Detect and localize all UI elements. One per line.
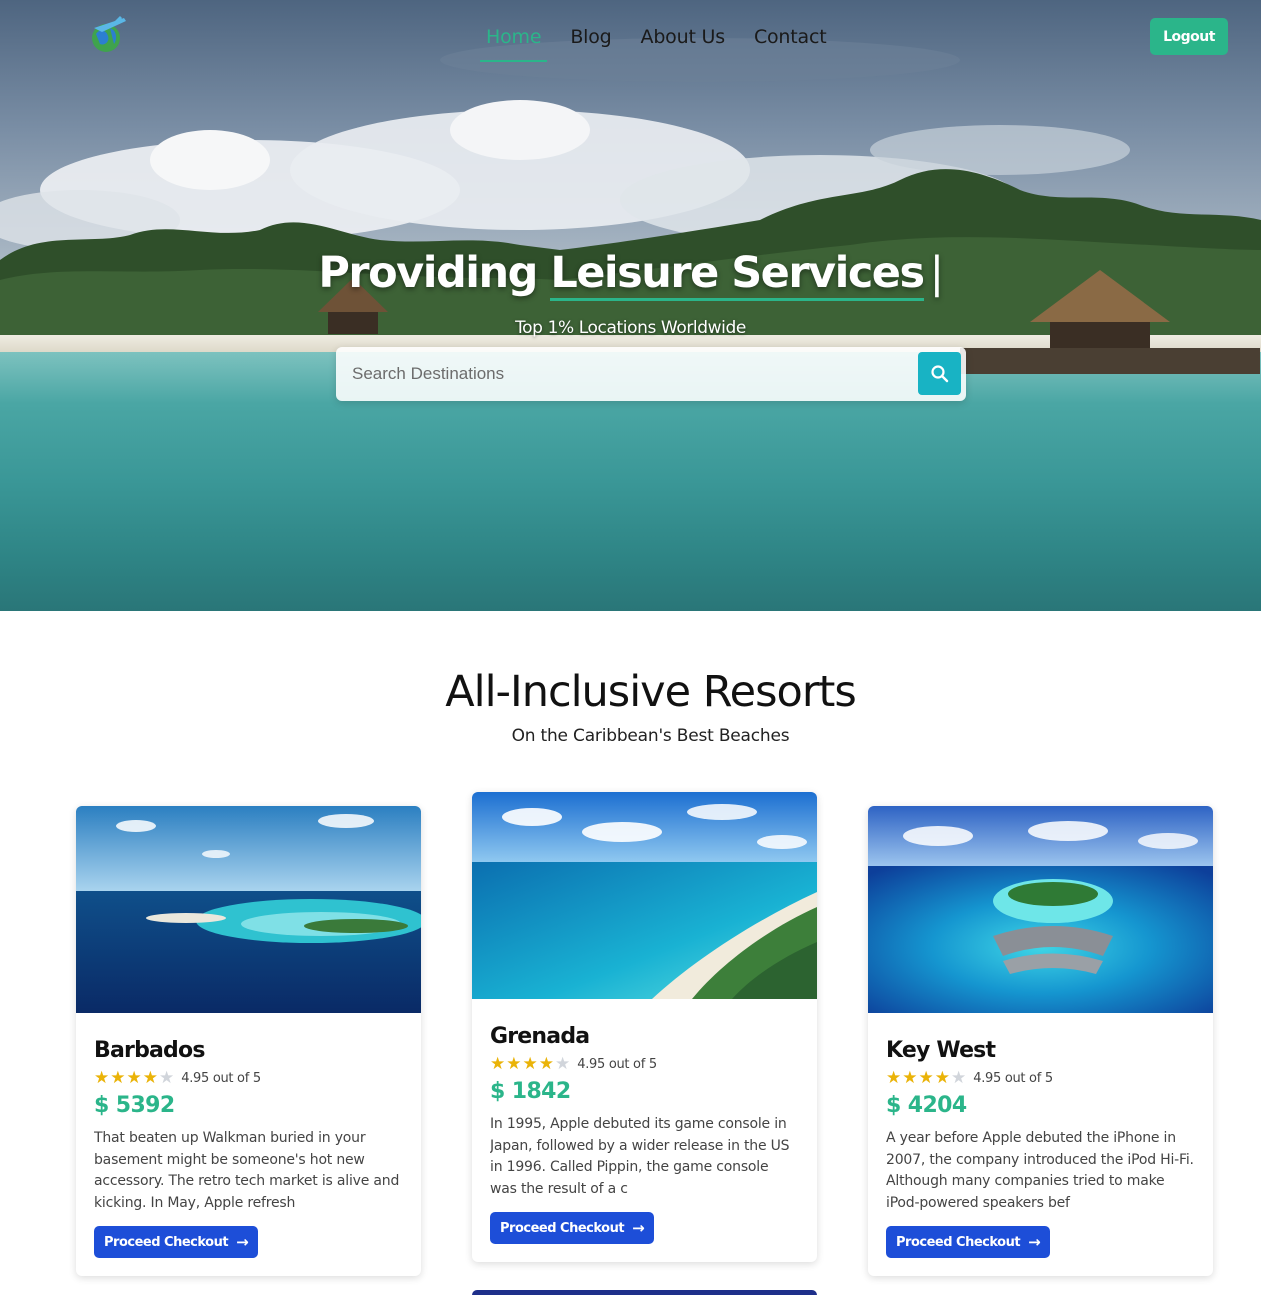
resort-card-grenada: Grenada ★ ★ ★ ★ ★ 4.95 out of 5 $ 1842 I… [472,792,817,1262]
resort-image-key-west [868,806,1213,1013]
star-rating: ★ ★ ★ ★ ★ 4.95 out of 5 [490,1055,799,1073]
resort-price: $ 5392 [94,1093,175,1118]
hero-title-static: Providing [318,248,538,298]
rating-text: 4.95 out of 5 [973,1070,1053,1086]
star-icon: ★ [506,1054,522,1073]
star-rating: ★ ★ ★ ★ ★ 4.95 out of 5 [94,1069,403,1087]
resort-price: $ 1842 [490,1079,571,1104]
section-title: All-Inclusive Resorts [445,667,857,717]
star-icon: ★ [886,1068,902,1087]
checkout-label: Proceed Checkout [896,1234,1021,1250]
hero-banner [0,0,1261,611]
star-icon: ★ [126,1068,142,1087]
checkout-label: Proceed Checkout [500,1220,625,1236]
resort-description: That beaten up Walkman buried in your ba… [94,1130,400,1211]
resort-name: Barbados [94,1038,205,1063]
globe-airplane-logo[interactable] [84,14,130,54]
resort-name: Grenada [490,1024,590,1049]
star-icon: ★ [110,1068,126,1087]
star-empty-icon: ★ [555,1054,571,1073]
hero-subtitle: Top 1% Locations Worldwide [515,318,746,338]
star-icon: ★ [538,1054,554,1073]
star-empty-icon: ★ [159,1068,175,1087]
star-icon: ★ [902,1068,918,1087]
resort-description: A year before Apple debuted the iPhone i… [886,1130,1194,1211]
typing-cursor: | [929,248,945,298]
main-nav: Home Blog About Us Contact [480,22,849,62]
search-input[interactable] [336,347,916,401]
arrow-right-icon: → [632,1219,645,1237]
arrow-right-icon: → [236,1233,249,1251]
nav-about-us[interactable]: About Us [635,22,731,62]
checkout-label: Proceed Checkout [104,1234,229,1250]
proceed-checkout-button[interactable]: Proceed Checkout → [490,1212,655,1244]
search-button[interactable] [918,352,961,395]
rating-text: 4.95 out of 5 [577,1056,657,1072]
nav-home[interactable]: Home [480,22,548,62]
star-icon: ★ [918,1068,934,1087]
star-icon: ★ [522,1054,538,1073]
resort-card-next-partial [472,1290,817,1295]
proceed-checkout-button[interactable]: Proceed Checkout → [94,1226,259,1258]
search-bar [336,347,966,401]
star-icon: ★ [934,1068,950,1087]
star-icon: ★ [94,1068,110,1087]
logout-button[interactable]: Logout [1150,18,1228,55]
section-subtitle: On the Caribbean's Best Beaches [511,726,790,746]
hero-title-typed: Leisure Services [550,248,925,301]
arrow-right-icon: → [1028,1233,1041,1251]
resort-image-grenada [472,792,817,999]
resort-price: $ 4204 [886,1093,967,1118]
rating-text: 4.95 out of 5 [181,1070,261,1086]
resort-card-key-west: Key West ★ ★ ★ ★ ★ 4.95 out of 5 $ 4204 … [868,806,1213,1276]
star-empty-icon: ★ [951,1068,967,1087]
proceed-checkout-button[interactable]: Proceed Checkout → [886,1226,1051,1258]
star-rating: ★ ★ ★ ★ ★ 4.95 out of 5 [886,1069,1195,1087]
star-icon: ★ [142,1068,158,1087]
nav-blog[interactable]: Blog [564,22,617,62]
resort-description: In 1995, Apple debuted its game console … [490,1116,790,1197]
search-icon [930,364,948,382]
hero-title: Providing Leisure Services | [0,248,1261,301]
star-icon: ★ [490,1054,506,1073]
hero-dock [960,348,1260,374]
resort-card-barbados: Barbados ★ ★ ★ ★ ★ 4.95 out of 5 $ 5392 … [76,806,421,1276]
nav-contact[interactable]: Contact [748,22,833,62]
resort-image-barbados [76,806,421,1013]
resort-name: Key West [886,1038,996,1063]
